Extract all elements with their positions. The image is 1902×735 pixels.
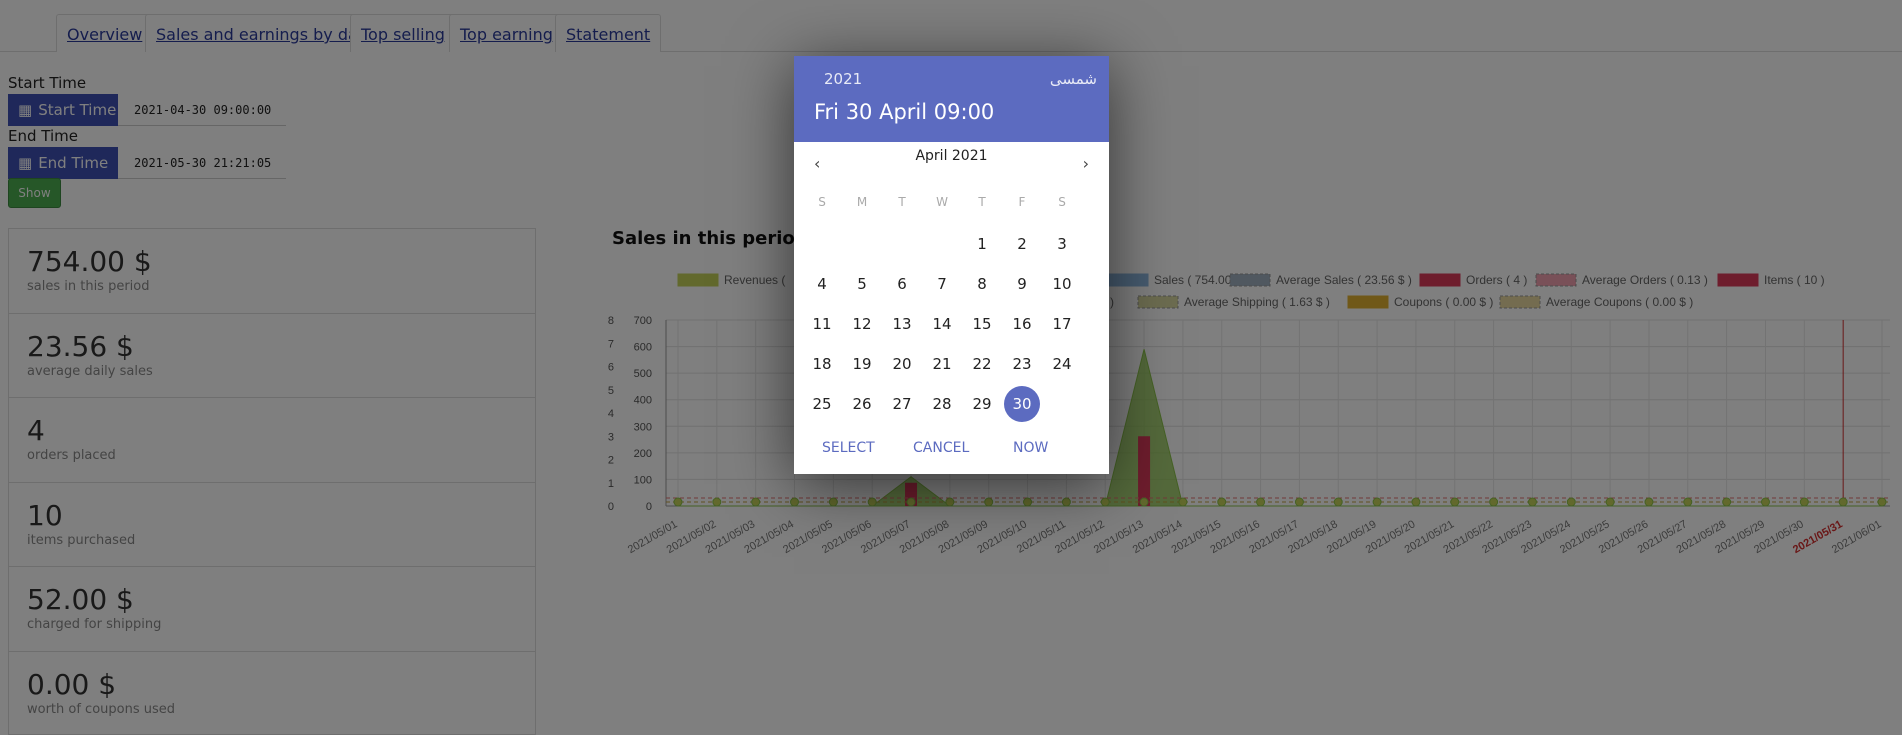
weekday-header: S <box>1058 195 1066 209</box>
calendar-day[interactable]: 10 <box>1042 266 1082 302</box>
calendar-day[interactable]: 16 <box>1002 306 1042 342</box>
calendar-day[interactable]: 12 <box>842 306 882 342</box>
calendar-day[interactable]: 25 <box>802 386 842 422</box>
picker-year[interactable]: 2021 <box>824 70 862 88</box>
weekday-header: F <box>1018 195 1026 209</box>
date-picker-dialog: 2021 شمسی Fri 30 April 09:00 ‹ April 202… <box>794 56 1109 474</box>
weekday-header: S <box>818 195 826 209</box>
calendar-day[interactable]: 27 <box>882 386 922 422</box>
calendar-day[interactable]: 17 <box>1042 306 1082 342</box>
calendar-day[interactable]: 4 <box>802 266 842 302</box>
calendar-day[interactable]: 14 <box>922 306 962 342</box>
calendar-day[interactable]: 9 <box>1002 266 1042 302</box>
weekday-header: W <box>936 195 948 209</box>
date-picker-header: 2021 شمسی Fri 30 April 09:00 <box>794 56 1109 142</box>
calendar-day[interactable]: 7 <box>922 266 962 302</box>
calendar-day[interactable]: 8 <box>962 266 1002 302</box>
calendar-day[interactable]: 21 <box>922 346 962 382</box>
weekday-header: M <box>856 195 868 209</box>
calendar-day[interactable]: 18 <box>802 346 842 382</box>
calendar-day[interactable]: 11 <box>802 306 842 342</box>
calendar-day[interactable]: 19 <box>842 346 882 382</box>
calendar-type-toggle[interactable]: شمسی <box>1050 70 1097 88</box>
calendar-day[interactable]: 15 <box>962 306 1002 342</box>
calendar-day[interactable]: 13 <box>882 306 922 342</box>
now-button[interactable]: NOW <box>1013 440 1048 456</box>
calendar-day[interactable]: 20 <box>882 346 922 382</box>
calendar-day[interactable]: 28 <box>922 386 962 422</box>
calendar-day[interactable]: 29 <box>962 386 1002 422</box>
calendar-day[interactable]: 22 <box>962 346 1002 382</box>
weekday-header: T <box>978 195 986 209</box>
picker-month-title: April 2021 <box>915 148 988 164</box>
calendar-day[interactable]: 23 <box>1002 346 1042 382</box>
cancel-button[interactable]: CANCEL <box>913 440 969 456</box>
calendar-day[interactable]: 1 <box>962 226 1002 262</box>
chevron-right-icon[interactable]: › <box>1083 154 1089 173</box>
calendar-day[interactable]: 6 <box>882 266 922 302</box>
picker-selected-date: Fri 30 April 09:00 <box>814 100 995 124</box>
select-button[interactable]: SELECT <box>822 440 875 456</box>
calendar-day[interactable]: 24 <box>1042 346 1082 382</box>
weekday-header: T <box>898 195 906 209</box>
calendar-day[interactable]: 5 <box>842 266 882 302</box>
calendar-day-selected[interactable]: 30 <box>1004 386 1040 422</box>
calendar-day[interactable]: 2 <box>1002 226 1042 262</box>
calendar-day[interactable]: 26 <box>842 386 882 422</box>
calendar-day[interactable]: 3 <box>1042 226 1082 262</box>
